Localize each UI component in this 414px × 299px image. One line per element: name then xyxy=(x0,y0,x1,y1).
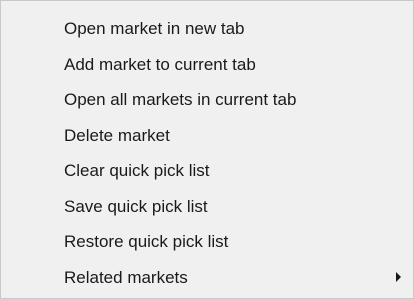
menu-item-save-quick-pick[interactable]: Save quick pick list xyxy=(1,189,413,225)
menu-item-label: Delete market xyxy=(64,125,170,145)
menu-item-label: Related markets xyxy=(64,267,188,287)
menu-item-label: Open market in new tab xyxy=(64,19,245,38)
menu-item-clear-quick-pick[interactable]: Clear quick pick list xyxy=(1,153,413,189)
menu-item-add-market-current-tab[interactable]: Add market to current tab xyxy=(1,47,413,83)
menu-item-restore-quick-pick[interactable]: Restore quick pick list xyxy=(1,224,413,260)
menu-item-label: Save quick pick list xyxy=(64,196,208,216)
menu-item-label: Open all markets in current tab xyxy=(64,90,297,109)
context-menu: Open market in new tab Add market to cur… xyxy=(0,0,414,299)
menu-items: Open market in new tab Add market to cur… xyxy=(1,11,413,295)
menu-item-delete-market[interactable]: Delete market xyxy=(1,118,413,154)
chevron-right-icon xyxy=(396,272,401,283)
menu-item-open-all-markets[interactable]: Open all markets in current tab xyxy=(1,82,413,118)
menu-item-related-markets[interactable]: Related markets xyxy=(1,260,413,296)
menu-item-label: Clear quick pick list xyxy=(64,161,210,180)
menu-item-label: Restore quick pick list xyxy=(64,232,229,251)
menu-item-label: Add market to current tab xyxy=(64,54,256,74)
menu-item-open-market-new-tab[interactable]: Open market in new tab xyxy=(1,11,413,47)
